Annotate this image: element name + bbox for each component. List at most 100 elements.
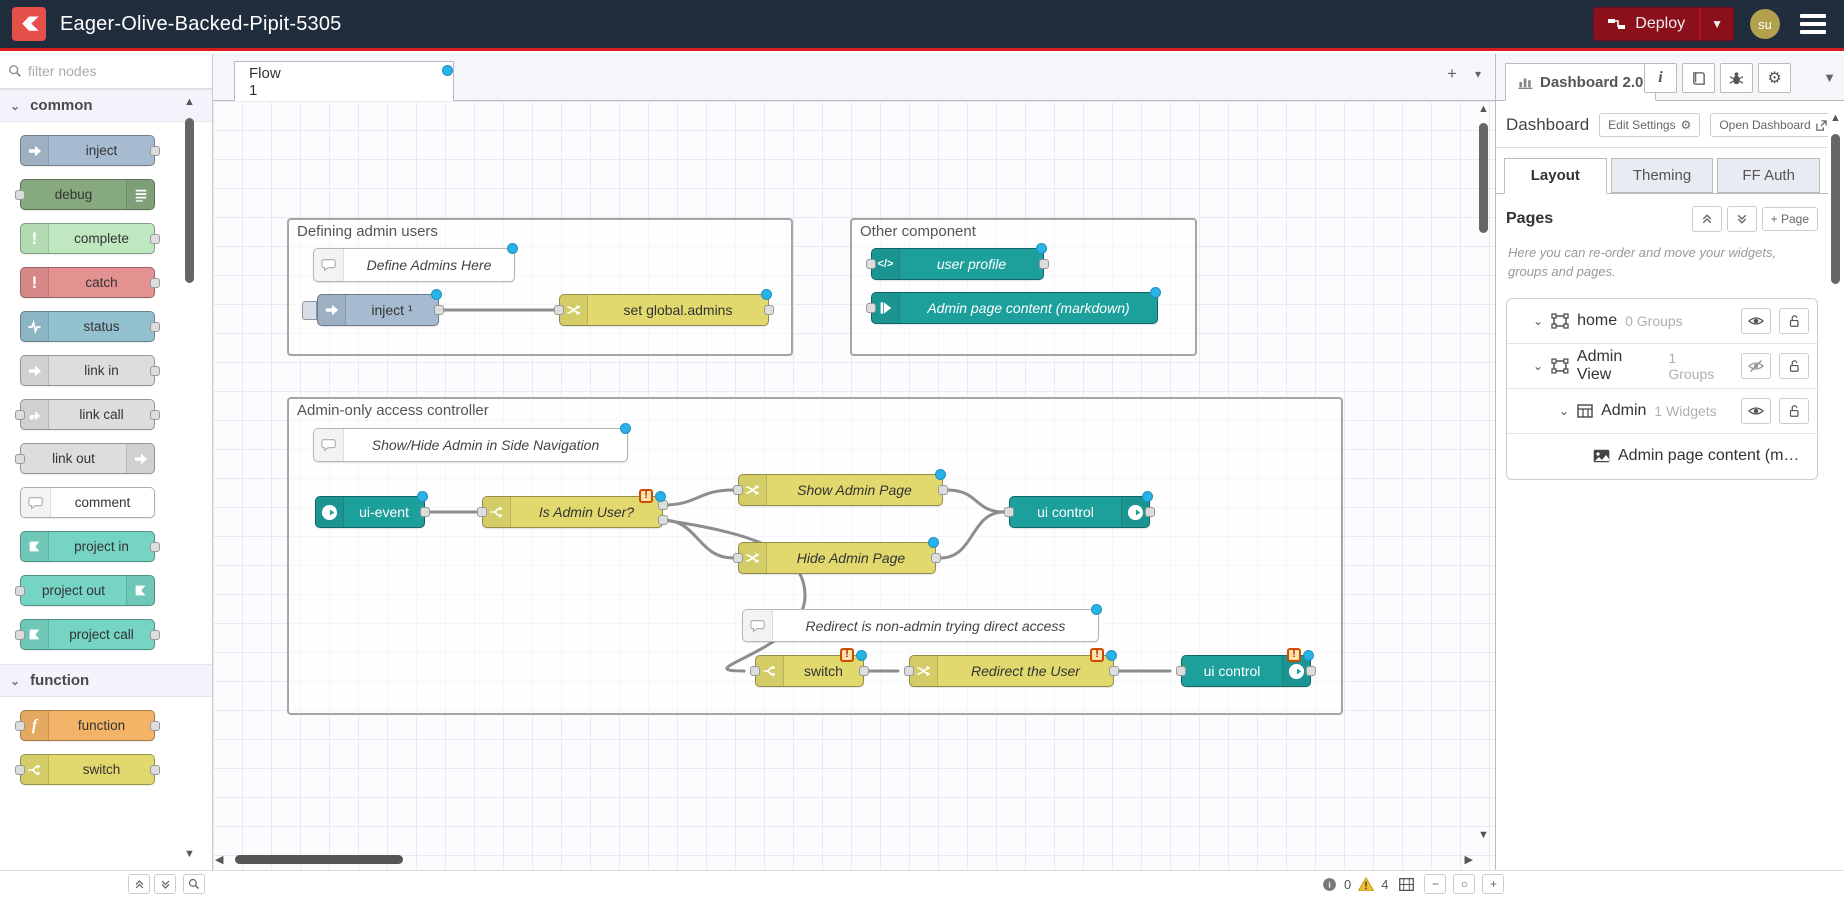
input-port[interactable] (750, 666, 760, 676)
visibility-button[interactable] (1741, 398, 1771, 424)
tab-layout[interactable]: Layout (1504, 158, 1607, 194)
search-flows-button[interactable] (183, 874, 205, 894)
ui-markdown-node-admin-page-content[interactable]: Admin page content (markdown) (871, 292, 1158, 324)
palette-node-link-call[interactable]: link call (20, 399, 155, 430)
output-port[interactable] (1306, 666, 1316, 676)
scroll-up-arrow[interactable]: ▲ (1829, 112, 1842, 126)
tree-row-admin-view[interactable]: ⌄ Admin View 1 Groups (1507, 344, 1817, 389)
input-port[interactable] (866, 303, 876, 313)
output-port[interactable] (859, 666, 869, 676)
group-other-component[interactable]: Other component (850, 218, 1197, 356)
ui-event-node[interactable]: ui-event (315, 496, 425, 528)
open-dashboard-button[interactable]: Open Dashboard (1710, 113, 1828, 137)
scroll-up-arrow[interactable]: ▲ (1477, 103, 1490, 117)
palette-node-link-in[interactable]: link in (20, 355, 155, 386)
zoom-reset-button[interactable]: ○ (1453, 874, 1475, 894)
palette-node-comment[interactable]: comment (20, 487, 155, 518)
scroll-down-arrow[interactable]: ▼ (1477, 829, 1490, 843)
scroll-up-arrow[interactable]: ▲ (183, 96, 196, 110)
visibility-button[interactable] (1741, 308, 1771, 334)
error-count[interactable]: 0 (1344, 877, 1351, 892)
add-flow-button[interactable]: + (1447, 64, 1457, 84)
config-tab-button[interactable]: ⚙ (1758, 63, 1791, 93)
palette-category-common[interactable]: ⌄ common (0, 89, 212, 122)
output-port[interactable] (1109, 666, 1119, 676)
zoom-out-button[interactable]: − (1424, 874, 1446, 894)
palette-node-inject[interactable]: inject (20, 135, 155, 166)
deploy-options-caret[interactable]: ▼ (1699, 8, 1733, 40)
collapse-all-button[interactable] (1692, 206, 1722, 232)
palette-node-switch[interactable]: switch (20, 754, 155, 785)
lock-button[interactable] (1779, 353, 1809, 379)
palette-scrollbar[interactable]: ▲ ▼ (183, 96, 196, 870)
change-node-redirect-the-user[interactable]: Redirect the User ! (909, 655, 1114, 687)
palette-node-project-call[interactable]: project call (20, 619, 155, 650)
palette-node-link-out[interactable]: link out (20, 443, 155, 474)
palette-node-project-out[interactable]: project out (20, 575, 155, 606)
palette-node-catch[interactable]: ! catch (20, 267, 155, 298)
user-avatar[interactable]: su (1750, 9, 1780, 39)
chevron-down-icon[interactable]: ⌄ (1533, 314, 1543, 328)
add-page-button[interactable]: + Page (1762, 207, 1818, 231)
input-port[interactable] (554, 305, 564, 315)
tab-list-button[interactable]: ▾ (1475, 64, 1481, 84)
deploy-button[interactable]: Deploy ▼ (1593, 7, 1734, 41)
warning-count[interactable]: 4 (1381, 877, 1388, 892)
lock-button[interactable] (1779, 398, 1809, 424)
flow-canvas[interactable]: Defining admin users Other component Adm… (213, 101, 1495, 870)
scroll-right-arrow[interactable]: ▶ (1465, 853, 1473, 866)
minimap-toggle-button[interactable] (1395, 874, 1417, 894)
debug-tab-button[interactable] (1720, 63, 1753, 93)
tab-ff-auth[interactable]: FF Auth (1717, 158, 1820, 193)
edit-settings-button[interactable]: Edit Settings⚙ (1599, 113, 1700, 137)
info-tab-button[interactable]: i (1644, 63, 1677, 93)
scroll-down-arrow[interactable]: ▼ (183, 848, 196, 862)
chevron-down-icon[interactable]: ⌄ (1559, 404, 1569, 418)
output-port[interactable] (1039, 259, 1049, 269)
inject-button[interactable] (302, 301, 317, 320)
palette-node-function[interactable]: f function (20, 710, 155, 741)
change-node-set-global-admins[interactable]: set global.admins (559, 294, 769, 326)
palette-node-status[interactable]: status (20, 311, 155, 342)
warning-count-icon[interactable] (1358, 877, 1374, 891)
group-defining-admin-users[interactable]: Defining admin users (287, 218, 793, 356)
palette-node-project-in[interactable]: project in (20, 531, 155, 562)
tree-row-admin-page-content[interactable]: Admin page content (m… (1507, 434, 1817, 479)
output-port[interactable] (420, 507, 430, 517)
template-node-user-profile[interactable]: </> user profile (871, 248, 1044, 280)
lock-button[interactable] (1779, 308, 1809, 334)
canvas-vertical-scrollbar[interactable]: ▲ ▼ (1477, 103, 1490, 843)
visibility-button[interactable] (1741, 353, 1771, 379)
sidebar-scrollbar[interactable]: ▲ ▼ (1829, 104, 1842, 894)
output-port[interactable] (434, 305, 444, 315)
palette-filter-input[interactable] (28, 63, 178, 79)
output-port[interactable] (931, 553, 941, 563)
palette-expand-all-button[interactable] (154, 874, 176, 894)
sidebar-tabs-caret[interactable]: ▼ (1823, 70, 1836, 85)
output-port[interactable] (938, 485, 948, 495)
switch-node[interactable]: switch ! (755, 655, 864, 687)
input-port[interactable] (1004, 507, 1014, 517)
input-port[interactable] (733, 485, 743, 495)
input-port[interactable] (904, 666, 914, 676)
tab-flow-1[interactable]: Flow 1 (234, 61, 454, 101)
palette-category-function[interactable]: ⌄ function (0, 664, 212, 697)
comment-node-define-admins[interactable]: Define Admins Here (313, 248, 515, 282)
chevron-down-icon[interactable]: ⌄ (1533, 359, 1543, 373)
palette-node-debug[interactable]: debug (20, 179, 155, 210)
tab-theming[interactable]: Theming (1611, 158, 1714, 193)
palette-collapse-all-button[interactable] (128, 874, 150, 894)
ui-control-node-2[interactable]: ui control ! (1181, 655, 1311, 687)
scroll-left-arrow[interactable]: ◀ (215, 853, 223, 866)
input-port[interactable] (477, 507, 487, 517)
help-tab-button[interactable] (1682, 63, 1715, 93)
output-port[interactable] (764, 305, 774, 315)
input-port[interactable] (866, 259, 876, 269)
input-port[interactable] (733, 553, 743, 563)
error-count-icon[interactable]: i (1322, 877, 1337, 892)
output-port-2[interactable] (658, 515, 668, 525)
change-node-show-admin-page[interactable]: Show Admin Page (738, 474, 943, 506)
canvas-horizontal-scrollbar[interactable]: ◀ ▶ (213, 853, 1477, 866)
change-node-hide-admin-page[interactable]: Hide Admin Page (738, 542, 936, 574)
ui-control-node-1[interactable]: ui control (1009, 496, 1150, 528)
